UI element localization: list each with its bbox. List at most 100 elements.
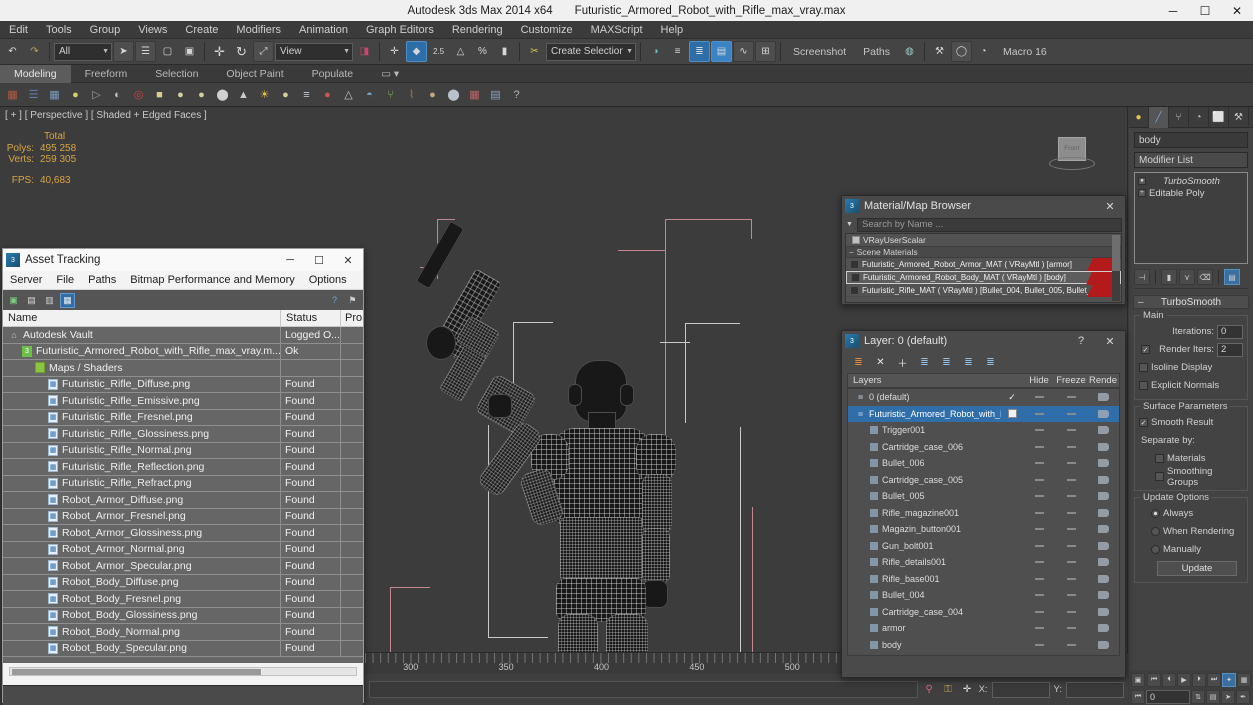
viewport-label[interactable]: [ + ] [ Perspective ] [ Shaded + Edged F… — [5, 110, 207, 121]
next-frame-icon[interactable]: ⏵ — [1192, 672, 1206, 687]
update-always-row[interactable]: Always — [1139, 506, 1243, 521]
screenshot-label[interactable]: Screenshot — [785, 46, 854, 58]
layer-row[interactable]: Rifle_base001 — [848, 571, 1119, 588]
render-toggle[interactable] — [1087, 492, 1119, 501]
layer-row[interactable]: Cartridge_case_006 — [848, 439, 1119, 456]
modifier-list-dropdown[interactable]: Modifier List — [1134, 152, 1248, 168]
remove-modifier-icon[interactable]: ⌫ — [1197, 269, 1213, 285]
undo-icon[interactable]: ↶ — [2, 41, 23, 62]
hide-toggle[interactable] — [1023, 594, 1055, 597]
asset-row[interactable]: Maps / Shaders — [3, 360, 363, 377]
grid-view-icon[interactable]: ▦ — [60, 292, 75, 308]
menu-item-tools[interactable]: Tools — [37, 21, 81, 39]
freeze-toggle[interactable] — [1055, 478, 1087, 481]
grid-red-icon[interactable]: ▦ — [465, 85, 484, 104]
geosphere-icon[interactable]: ⬤ — [213, 85, 232, 104]
schematic-view-icon[interactable]: ⊞ — [755, 41, 776, 62]
ribbon-tab-freeform[interactable]: Freeform — [71, 65, 142, 83]
freeze-toggle[interactable] — [1055, 445, 1087, 448]
render-toggle[interactable] — [1087, 508, 1119, 517]
material-browser-list[interactable]: VRayUserScalar − Scene Materials Futuris… — [845, 233, 1122, 303]
refresh-assets-icon[interactable]: ▣ — [6, 293, 21, 308]
close-icon[interactable]: ✕ — [1221, 0, 1253, 21]
layer-row[interactable]: Gun_bolt001 — [848, 538, 1119, 555]
scrollbar-thumb[interactable] — [12, 669, 262, 675]
maximize-icon[interactable]: ☐ — [1189, 0, 1221, 21]
layer-row[interactable]: Cartridge_case_005 — [848, 472, 1119, 489]
collapse-icon[interactable]: – — [1138, 297, 1144, 308]
layer-row[interactable]: Bullet_006 — [848, 455, 1119, 472]
render-toggle[interactable] — [1087, 574, 1119, 583]
freeze-toggle[interactable] — [1055, 627, 1087, 630]
freeze-toggle[interactable] — [1055, 528, 1087, 531]
help-icon[interactable]: ? — [1069, 332, 1093, 351]
sun-icon[interactable]: ☀ — [255, 85, 274, 104]
ribbon-tab-selection[interactable]: Selection — [141, 65, 212, 83]
snaps-toggle-icon[interactable]: ◆ — [406, 41, 427, 62]
show-end-result-icon[interactable]: ▮ — [1161, 269, 1177, 285]
hide-toggle[interactable] — [1023, 643, 1055, 646]
modify-tab[interactable]: ╱ — [1149, 107, 1169, 128]
asset-menu-file[interactable]: File — [49, 271, 81, 290]
lamp-icon[interactable]: ● — [66, 85, 85, 104]
layer-manager-title-bar[interactable]: 3 Layer: 0 (default) ? ✕ — [842, 331, 1125, 351]
selection-filter-combo[interactable]: All ▼ — [54, 42, 112, 61]
status-prompt-field[interactable] — [369, 681, 918, 698]
go-to-end-icon[interactable]: ⏭ — [1207, 672, 1221, 687]
layer-row[interactable]: Magazin_button001 — [848, 521, 1119, 538]
window-crossing-icon[interactable]: ▣ — [179, 41, 200, 62]
select-highlighted-objects-icon[interactable]: ≣ — [939, 355, 954, 370]
robot-model-3d[interactable] — [415, 212, 750, 652]
render-production-icon[interactable]: ◔ — [973, 41, 994, 62]
select-and-manipulate-icon[interactable]: ✛ — [384, 41, 405, 62]
asset-row[interactable]: ▦ Robot_Armor_Diffuse.png Found — [3, 492, 363, 509]
update-button[interactable]: Update — [1157, 561, 1237, 576]
ribbon-tab-modeling[interactable]: Modeling — [0, 64, 71, 83]
scene-materials-group-header[interactable]: − Scene Materials — [846, 246, 1121, 258]
layer-list[interactable]: ≣ 0 (default) ✓ ≣ Futuristic_Armored_Robot_w… — [847, 388, 1120, 656]
freeze-toggle[interactable] — [1055, 429, 1087, 432]
key-tangent-icon[interactable]: ✒ — [1236, 689, 1250, 704]
render-toggle[interactable] — [1087, 459, 1119, 468]
scrollbar-thumb[interactable] — [1112, 235, 1120, 271]
absolute-relative-transform-icon[interactable]: ✛ — [960, 682, 975, 697]
asset-menu-paths[interactable]: Paths — [81, 271, 123, 290]
render-toggle[interactable] — [1087, 640, 1119, 649]
render-toggle[interactable] — [1087, 624, 1119, 633]
hierarchy-tab[interactable]: ⑂ — [1169, 107, 1189, 128]
freeze-toggle[interactable] — [1055, 396, 1087, 399]
x-coord-field[interactable] — [991, 681, 1050, 698]
select-by-name-icon[interactable]: ☰ — [135, 41, 156, 62]
asset-list[interactable]: ⌂ Autodesk Vault Logged O... 3 Futuristic_Ar… — [3, 327, 363, 663]
align-icon[interactable]: ≡ — [667, 41, 688, 62]
select-and-move-icon[interactable]: ✛ — [209, 41, 230, 62]
create-tab[interactable]: ● — [1129, 107, 1149, 128]
help-icon[interactable]: ? — [507, 85, 526, 104]
hide-toggle[interactable] — [1023, 561, 1055, 564]
select-and-rotate-icon[interactable]: ↻ — [231, 41, 252, 62]
paths-label[interactable]: Paths — [855, 46, 898, 58]
redo-icon[interactable]: ↷ — [24, 41, 45, 62]
macro-label[interactable]: Macro 16 — [995, 46, 1055, 58]
key-filters-icon[interactable]: ⏮ — [1131, 689, 1145, 704]
go-to-start-icon[interactable]: ⏮ — [1147, 672, 1161, 687]
hide-unhide-layer-icon[interactable]: ≣ — [983, 355, 998, 370]
asset-row[interactable]: ▦ Robot_Armor_Glossiness.png Found — [3, 525, 363, 542]
menu-item-help[interactable]: Help — [652, 21, 693, 39]
maximize-icon[interactable]: ☐ — [307, 250, 331, 271]
freeze-toggle[interactable] — [1055, 412, 1087, 415]
selection-lock-icon[interactable]: ⚿ — [941, 682, 956, 697]
layer-manager-window[interactable]: 3 Layer: 0 (default) ? ✕ ≣ ✕ ＋ ≣ ≣ ≣ ≣ L… — [841, 330, 1126, 678]
auto-key-pin-icon[interactable]: ⚲ — [922, 682, 937, 697]
polygon-modeling-icon[interactable]: ▦ — [3, 85, 22, 104]
hide-toggle[interactable] — [1023, 445, 1055, 448]
material-map-browser-window[interactable]: 3 Material/Map Browser ✕ ▼ Search by Nam… — [841, 195, 1126, 305]
layer-row[interactable]: ≣ Futuristic_Armored_Robot_with_Rifle — [848, 405, 1119, 422]
cloth-icon[interactable]: ● — [423, 85, 442, 104]
grass-icon[interactable]: ⑂ — [381, 85, 400, 104]
minimize-icon[interactable]: ─ — [1157, 0, 1189, 21]
utilities-tab[interactable]: ⚒ — [1229, 107, 1249, 128]
plus-box-icon[interactable]: + — [1138, 189, 1146, 197]
hide-toggle[interactable] — [1023, 412, 1055, 415]
layer-row[interactable]: ≣ 0 (default) ✓ — [848, 389, 1119, 406]
